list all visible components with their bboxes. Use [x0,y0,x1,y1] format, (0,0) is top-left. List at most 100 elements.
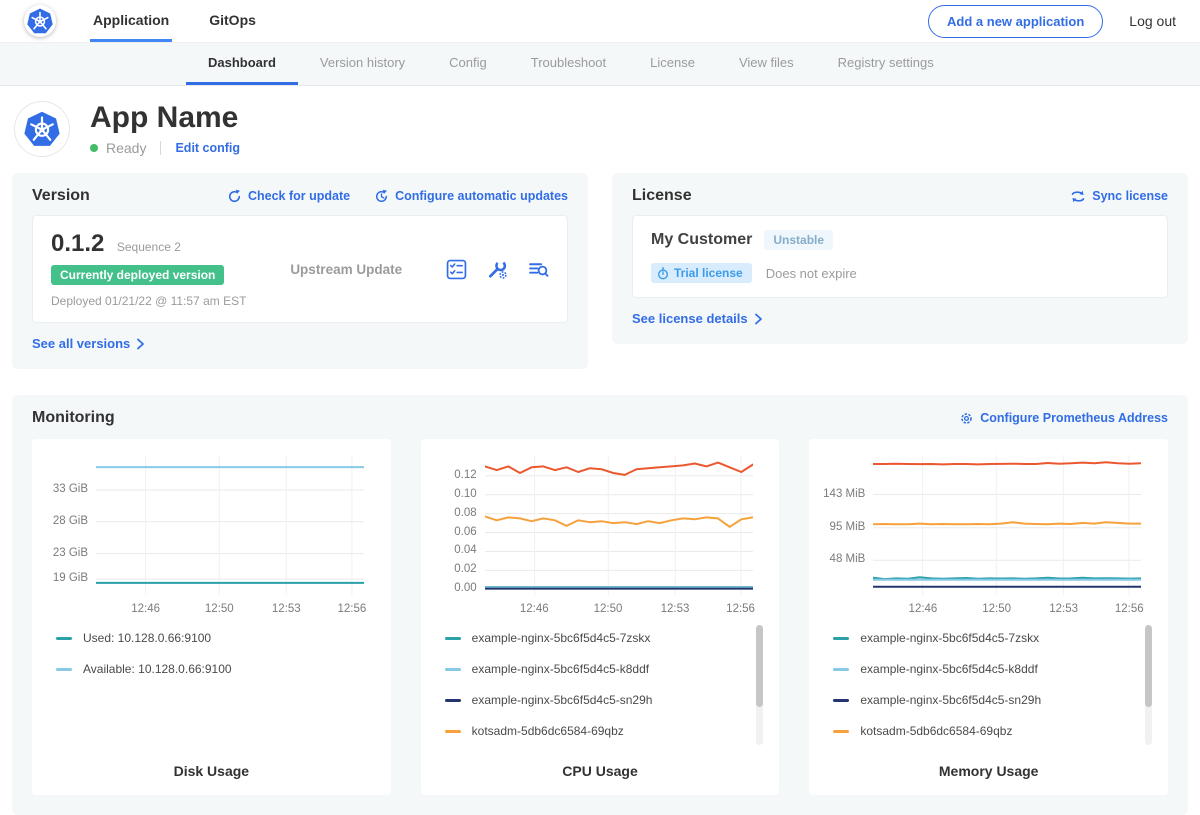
license-details-card: My Customer Unstable Trial license Does … [632,215,1168,298]
chart-legend: Used: 10.128.0.66:9100 Available: 10.128.… [56,631,375,676]
legend-label: example-nginx-5bc6f5d4c5-7zskx [860,631,1039,645]
legend-swatch [56,668,72,671]
y-tick-label: 48 MiB [830,553,866,565]
version-sequence: Sequence 2 [117,240,181,254]
kubernetes-logo [24,5,56,37]
x-tick-label: 12:50 [594,603,623,615]
see-license-details-link[interactable]: See license details [632,311,763,326]
cpu-usage-chart-card: 0.120.100.080.060.040.020.00 12:4612:501… [421,439,780,795]
x-tick-label: 12:56 [338,603,367,615]
nav-tab-gitops[interactable]: GitOps [206,0,259,42]
divider [160,141,161,155]
plot-area [96,455,364,595]
tab-dashboard[interactable]: Dashboard [186,43,298,85]
y-tick-label: 0.10 [454,488,476,500]
y-tick-label: 33 GiB [53,483,88,495]
plot-area [873,455,1141,595]
x-tick-label: 12:50 [205,603,234,615]
legend-item: Available: 10.128.0.66:9100 [56,662,375,676]
legend-swatch [833,668,849,671]
series-line [873,522,1141,524]
chevron-right-icon [754,313,763,325]
tab-view-files[interactable]: View files [717,43,816,85]
see-all-versions-link[interactable]: See all versions [32,336,145,351]
x-axis-labels: 12:4612:5012:5312:56 [96,595,364,619]
y-tick-label: 143 MiB [823,488,865,500]
trial-license-badge: Trial license [651,263,752,283]
legend-swatch [445,730,461,733]
monitoring-title: Monitoring [32,409,115,427]
tab-registry-settings[interactable]: Registry settings [816,43,956,85]
y-axis-labels: 143 MiB 95 MiB 48 MiB [821,455,873,595]
x-axis-labels: 12:4612:5012:5312:56 [873,595,1141,619]
y-tick-label: 19 GiB [53,572,88,584]
legend-item: Used: 10.128.0.66:9100 [56,631,375,645]
legend-label: example-nginx-5bc6f5d4c5-7zskx [472,631,651,645]
config-wrench-icon[interactable] [487,259,508,280]
sync-license-link[interactable]: Sync license [1070,189,1168,203]
nav-tab-application[interactable]: Application [90,0,172,42]
x-tick-label: 12:53 [272,603,301,615]
logout-button[interactable]: Log out [1129,13,1176,29]
legend-item: kotsadm-5db6dc6584-69qbz [445,724,764,738]
legend-label: example-nginx-5bc6f5d4c5-k8ddf [860,662,1037,676]
y-axis-labels: 33 GiB 28 GiB 23 GiB 19 GiB [44,455,96,595]
version-panel: Version Check for update [12,173,588,369]
page-title: App Name [90,102,240,134]
license-panel-title: License [632,187,692,205]
release-notes-icon[interactable] [446,259,467,280]
status-text: Ready [106,140,146,156]
refresh-icon [227,189,242,204]
deploy-logs-icon[interactable] [528,259,549,280]
customer-name: My Customer [651,231,752,249]
tab-license[interactable]: License [628,43,717,85]
y-tick-label: 23 GiB [53,547,88,559]
chart-title: Disk Usage [44,755,379,779]
x-tick-label: 12:53 [1049,603,1078,615]
x-tick-label: 12:50 [982,603,1011,615]
chart-title: CPU Usage [433,755,768,779]
y-tick-label: 0.08 [454,507,476,519]
license-panel: License Sync license My Customer Unstab [612,173,1188,344]
chevron-right-icon [136,338,145,350]
legend-swatch [56,637,72,640]
tab-config[interactable]: Config [427,43,509,85]
disk-usage-plot-svg [96,455,364,595]
app-sub-nav: Dashboard Version history Config Trouble… [0,42,1200,86]
sync-icon [1070,190,1086,203]
current-version-card: 0.1.2 Sequence 2 Currently deployed vers… [32,215,568,323]
stopwatch-icon [657,267,669,280]
series-line [873,462,1141,464]
configure-prometheus-link[interactable]: Configure Prometheus Address [959,411,1168,426]
tab-version-history[interactable]: Version history [298,43,427,85]
y-tick-label: 0.02 [454,563,476,575]
legend-scrollbar[interactable] [1145,625,1152,745]
y-tick-label: 0.06 [454,526,476,538]
kubernetes-logo-icon [24,111,60,147]
configure-automatic-updates-link[interactable]: Configure automatic updates [374,189,568,204]
disk-usage-chart-card: 33 GiB28 GiB23 GiB19 GiB 12:4612:5012:53… [32,439,391,795]
y-tick-label: 0.00 [454,582,476,594]
legend-label: Used: 10.128.0.66:9100 [83,631,211,645]
channel-badge: Unstable [764,230,833,250]
monitoring-panel: Monitoring Configure Prometheus Address … [12,395,1188,815]
legend-item: example-nginx-5bc6f5d4c5-k8ddf [833,662,1152,676]
legend-swatch [445,637,461,640]
clock-refresh-icon [374,189,389,204]
legend-item: example-nginx-5bc6f5d4c5-7zskx [445,631,764,645]
check-for-update-link[interactable]: Check for update [227,189,350,204]
legend-scrollbar[interactable] [756,625,763,745]
x-tick-label: 12:46 [909,603,938,615]
edit-config-link[interactable]: Edit config [175,141,240,155]
legend-swatch [445,699,461,702]
add-application-button[interactable]: Add a new application [928,5,1103,38]
legend-label: example-nginx-5bc6f5d4c5-k8ddf [472,662,649,676]
tab-troubleshoot[interactable]: Troubleshoot [509,43,628,85]
legend-label: Available: 10.128.0.66:9100 [83,662,232,676]
y-tick-label: 95 MiB [830,521,866,533]
x-axis-labels: 12:4612:5012:5312:56 [485,595,753,619]
plot-area [485,455,753,595]
status-dot [90,144,98,152]
y-tick-label: 28 GiB [53,515,88,527]
legend-item: example-nginx-5bc6f5d4c5-sn29h [445,693,764,707]
